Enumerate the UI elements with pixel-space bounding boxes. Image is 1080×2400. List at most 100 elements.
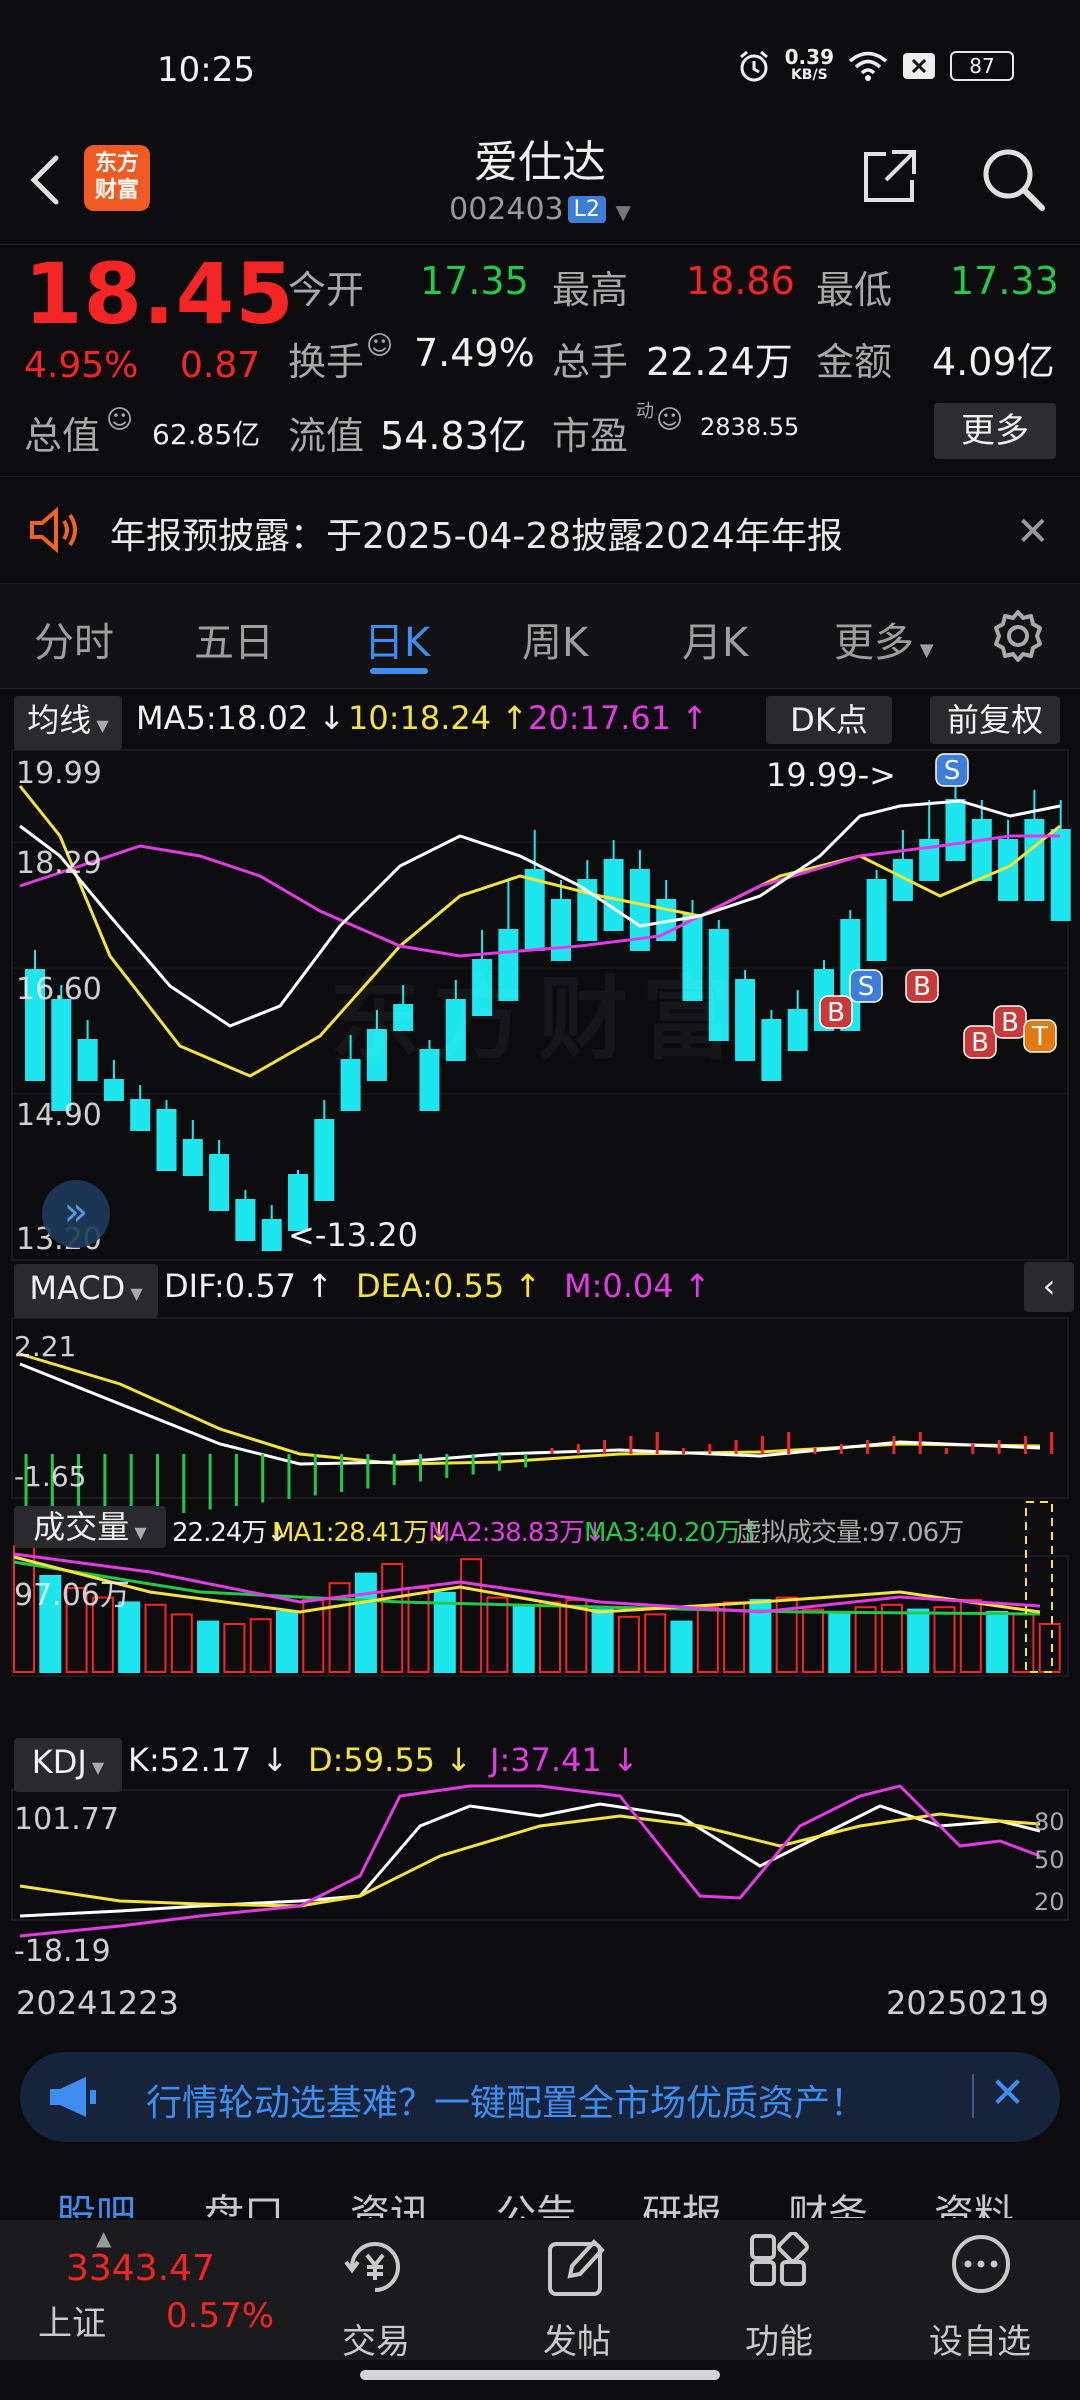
volume-ma2: MA2:38.83万↓ — [428, 1518, 606, 1548]
virtual-volume: 虚拟成交量:97.06万 — [736, 1518, 964, 1548]
nav-add-watchlist[interactable]: 设自选 — [910, 2314, 1050, 2363]
notice-bar[interactable]: 年报预披露：于2025-04-28披露2024年年报 ✕ — [0, 476, 1080, 584]
more-quote-button[interactable]: 更多 — [934, 403, 1056, 459]
turnover-label: 换手 — [288, 340, 365, 384]
volume-header: 成交量 ▼ 22.24万↓ MA1:28.41万↓ MA2:38.83万↓ MA… — [0, 1502, 1080, 1552]
mktcap-value: 62.85亿 — [152, 418, 261, 451]
macd-dea: DEA:0.55 ↑ — [356, 1267, 542, 1305]
search-icon[interactable] — [980, 146, 1046, 212]
macd-y-top: 2.21 — [14, 1330, 77, 1363]
close-icon[interactable]: ✕ — [990, 2068, 1025, 2117]
max-price-marker: 19.99-> — [766, 756, 896, 794]
ad-banner[interactable]: 行情轮动选基难？一键配置全市场优质资产！ ✕ — [20, 2052, 1060, 2142]
index-value: 3343.47 — [66, 2248, 215, 2289]
candle-body — [182, 1139, 203, 1176]
stock-code: 002403 — [449, 192, 564, 227]
tab-pankou[interactable]: 盘口 — [204, 2182, 284, 2218]
dea-line — [19, 1352, 1041, 1466]
gear-icon[interactable] — [990, 608, 1046, 664]
expand-icon[interactable]: » — [42, 1180, 110, 1248]
info-icon[interactable]: ☺ — [106, 405, 133, 435]
macd-dif: DIF:0.57 ↑ — [164, 1267, 334, 1305]
tab-monthly-k[interactable]: 月K — [682, 610, 748, 668]
last-price: 18.45 — [24, 245, 295, 343]
volume-selector[interactable]: 成交量 ▼ — [14, 1506, 166, 1548]
candle-body — [77, 1039, 98, 1081]
adjust-button[interactable]: 前复权 — [930, 696, 1060, 744]
tab-announcements[interactable]: 公告 — [496, 2182, 576, 2218]
tab-five-day[interactable]: 五日 — [194, 610, 274, 668]
divider — [972, 2074, 974, 2118]
content-tabs: 股吧 盘口 资讯 公告 研报 财务 资料 — [0, 2158, 1080, 2218]
candle-body — [314, 1119, 335, 1201]
macd-selector[interactable]: MACD ▼ — [14, 1264, 158, 1318]
chevron-left-icon[interactable]: ‹ — [1024, 1262, 1074, 1312]
candle-body — [261, 1219, 282, 1251]
info-icon[interactable]: ☺ — [656, 405, 683, 435]
home-indicator[interactable] — [360, 2370, 720, 2380]
volume-ma1: MA1:28.41万↓ — [272, 1518, 450, 1548]
volume-bar — [723, 1601, 746, 1674]
tab-weekly-k[interactable]: 周K — [522, 610, 588, 668]
kline-chart-area[interactable]: SSBBBB T — [0, 746, 1080, 1986]
net-speed: 0.39 KB/S — [784, 45, 834, 83]
macd-y-bottom: -1.65 — [14, 1460, 87, 1493]
volume-bar — [880, 1603, 903, 1673]
volume-bar — [670, 1620, 693, 1673]
tab-intraday[interactable]: 分时 — [34, 610, 114, 668]
tab-daily-k[interactable]: 日K — [364, 610, 430, 668]
tab-news[interactable]: 资讯 — [350, 2182, 430, 2218]
y-label-top: 19.99 — [16, 756, 102, 791]
volume-bar — [460, 1558, 483, 1674]
kdj-header: KDJ ▼ K:52.17 ↓ D:59.55 ↓ J:37.41 ↓ — [0, 1736, 1080, 1792]
candle-body — [945, 799, 966, 861]
volume-bar — [223, 1623, 246, 1673]
kdj-selector[interactable]: KDJ ▼ — [14, 1738, 122, 1792]
start-date: 20241223 — [16, 1984, 179, 2022]
signal-badge-label: B — [1001, 1008, 1019, 1038]
close-icon[interactable]: ✕ — [1016, 509, 1050, 555]
status-icons: 0.39 KB/S 87 — [737, 45, 1014, 84]
tab-guba[interactable]: 股吧 — [56, 2182, 136, 2218]
tab-research[interactable]: 研报 — [642, 2182, 722, 2218]
ma-selector[interactable]: 均线 ▼ — [14, 696, 122, 750]
tab-profile[interactable]: 资料 — [934, 2182, 1014, 2218]
macd-header: MACD ▼ DIF:0.57 ↑ DEA:0.55 ↑ M:0.04 ↑ ‹ — [0, 1262, 1080, 1318]
signal-badge-label: B — [971, 1028, 989, 1058]
nav-function[interactable]: 功能 — [709, 2314, 849, 2363]
index-ticker[interactable]: ▲ 3343.47 上证 0.57% — [0, 2220, 274, 2360]
volume-bar — [644, 1613, 667, 1674]
tab-finance[interactable]: 财务 — [788, 2182, 868, 2218]
vol-ma2-line — [13, 1552, 1041, 1614]
kdj-d: D:59.55 ↓ — [308, 1741, 473, 1779]
y-label: 18.29 — [16, 846, 102, 881]
tab-more[interactable]: 更多 ▼ — [834, 610, 934, 668]
speaker-icon — [30, 507, 77, 553]
candle-body — [103, 1079, 124, 1101]
nav-post[interactable]: 发帖 — [507, 2314, 647, 2363]
kdj-d-line — [19, 1812, 1041, 1908]
candle-body — [761, 1019, 782, 1081]
info-icon[interactable]: ☺ — [366, 331, 393, 361]
change-amount: 0.87 — [180, 345, 261, 386]
volume-value: 22.24万 — [646, 340, 793, 384]
dif-line — [19, 1362, 1041, 1466]
candle-body — [1024, 819, 1045, 901]
level2-badge[interactable]: L2 — [567, 196, 606, 223]
pe-label: 市盈 — [552, 414, 629, 458]
nav-trade[interactable]: 交易 — [306, 2314, 446, 2363]
volume-bar — [959, 1599, 982, 1673]
share-icon[interactable] — [858, 146, 920, 208]
kdj-level-50: 50 — [1034, 1846, 1065, 1874]
bottom-nav: ▲ 3343.47 上证 0.57% 交易 发帖 功能 设自选 — [0, 2220, 1080, 2363]
volume-bar — [591, 1608, 614, 1673]
ad-text: 行情轮动选基难？一键配置全市场优质资产！ — [146, 2083, 867, 2124]
pe-superscript: 动 — [636, 401, 654, 422]
volume-bar — [170, 1613, 193, 1674]
y-label: 16.60 — [16, 972, 102, 1007]
volume-value: 22.24万↓ — [172, 1518, 288, 1548]
high-label: 最高 — [552, 268, 629, 312]
dk-point-button[interactable]: DK点 — [766, 696, 892, 744]
volume-bar — [1038, 1623, 1061, 1673]
candle-body — [603, 859, 624, 931]
